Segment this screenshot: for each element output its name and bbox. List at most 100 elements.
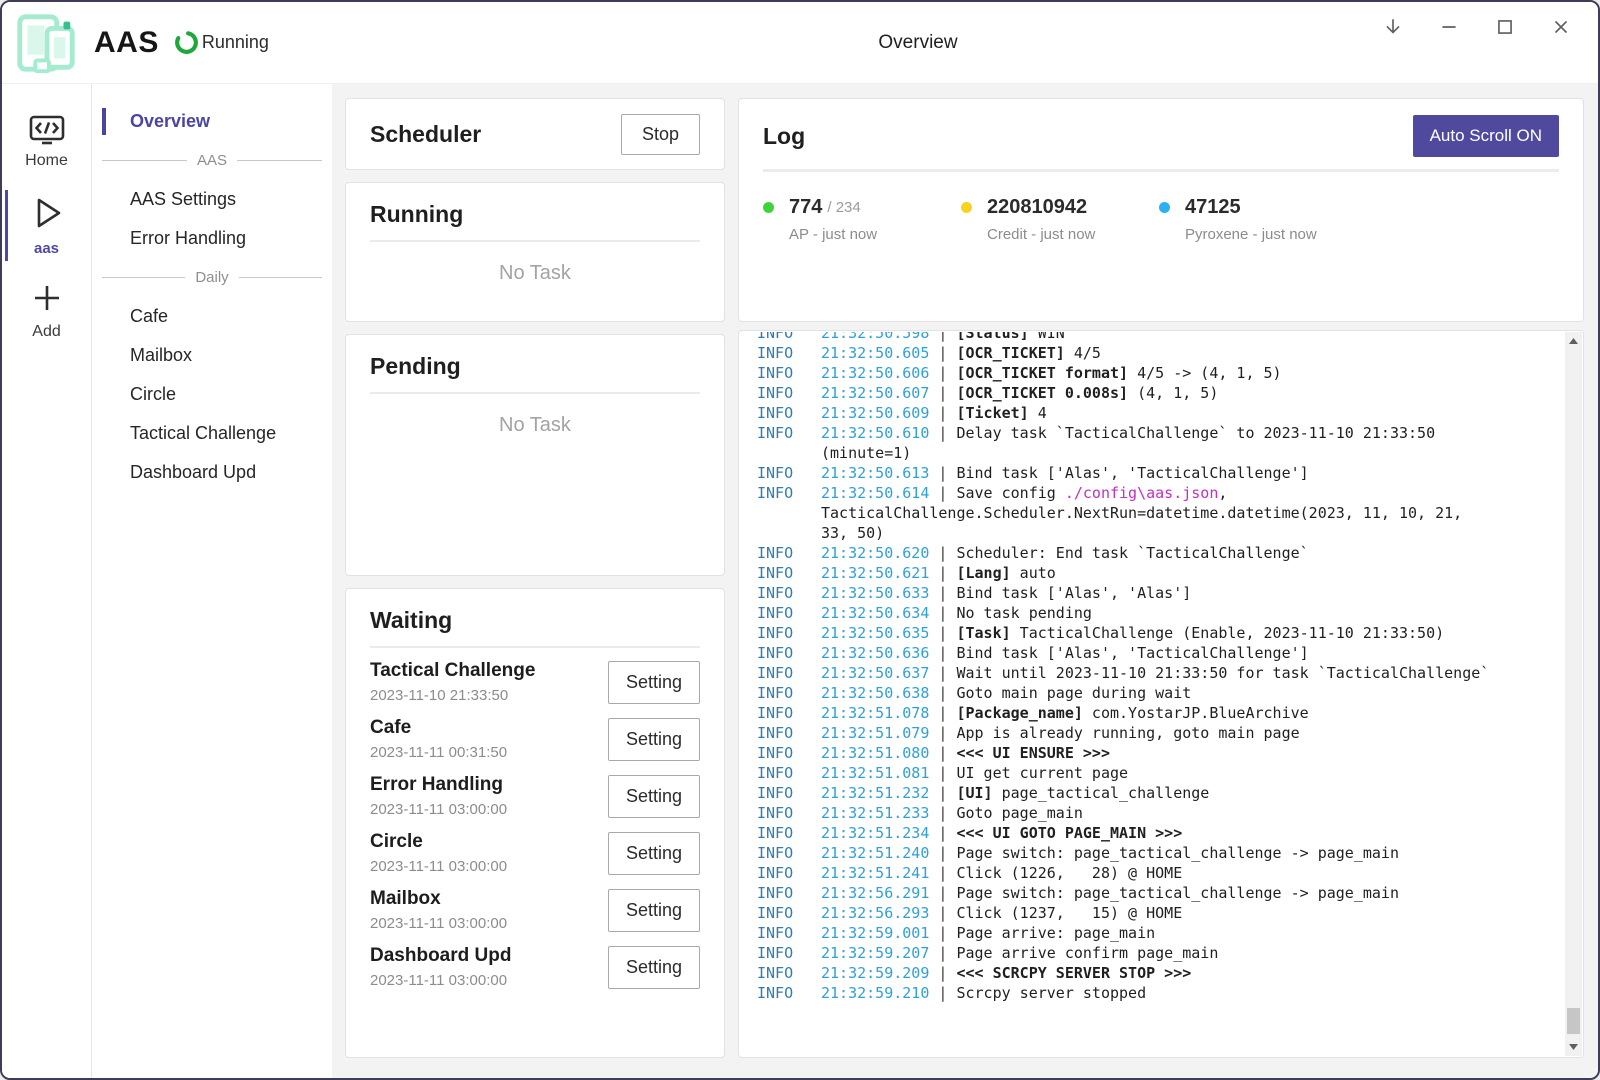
log-scrollbar[interactable] — [1565, 332, 1582, 1056]
log-message: <<< SCRCPY SERVER STOP >>> — [956, 964, 1191, 982]
scheduler-status: Running — [173, 29, 269, 56]
log-entry: INFO 21:32:50.634 | No task pending — [749, 603, 1563, 623]
log-message: Click (1226, 28) @ HOME — [956, 864, 1182, 882]
setting-button[interactable]: Setting — [608, 775, 700, 818]
log-timestamp: 21:32:51.081 — [821, 764, 929, 782]
log-timestamp: 21:32:51.233 — [821, 804, 929, 822]
log-level: INFO — [749, 843, 821, 863]
log-timestamp: 21:32:50.620 — [821, 544, 929, 562]
stop-button[interactable]: Stop — [621, 114, 700, 155]
waiting-task-next-run: 2023-11-11 03:00:00 — [370, 801, 507, 818]
log-message: App is already running, goto main page — [956, 724, 1299, 742]
nav-item-cafe[interactable]: Cafe — [92, 297, 332, 336]
log-entry: INFO 21:32:50.620 | Scheduler: End task … — [749, 543, 1563, 563]
waiting-task-row: Error Handling 2023-11-11 03:00:00 Setti… — [370, 774, 700, 818]
log-level: INFO — [749, 903, 821, 923]
log-timestamp: 21:32:51.240 — [821, 844, 929, 862]
scroll-up-icon[interactable] — [1565, 332, 1582, 350]
waiting-task-row: Circle 2023-11-11 03:00:00 Setting — [370, 831, 700, 875]
log-message: <<< UI ENSURE >>> — [956, 744, 1110, 762]
setting-button[interactable]: Setting — [608, 832, 700, 875]
log-level: INFO — [749, 763, 821, 783]
rail-item-add[interactable]: Add — [2, 269, 91, 353]
log-level: INFO — [749, 403, 821, 423]
log-entry: INFO 21:32:50.606 | [OCR_TICKET format] … — [749, 363, 1563, 383]
nav-item-tactical-challenge[interactable]: Tactical Challenge — [92, 414, 332, 453]
waiting-task-row: Tactical Challenge 2023-11-10 21:33:50 S… — [370, 660, 700, 704]
divider-line — [239, 277, 322, 278]
log-timestamp: 21:32:50.610 — [821, 424, 929, 442]
maximize-icon[interactable] — [1486, 8, 1524, 46]
divider — [370, 240, 700, 242]
log-level: INFO — [749, 343, 821, 363]
running-spinner-icon — [173, 29, 200, 56]
waiting-task-next-run: 2023-11-11 03:00:00 — [370, 858, 507, 875]
log-timestamp: 21:32:50.637 — [821, 664, 929, 682]
rail-item-home[interactable]: Home — [2, 104, 91, 182]
running-title: Running — [370, 201, 700, 228]
waiting-task-name: Circle — [370, 831, 507, 853]
log-message: Page switch: page_tactical_challenge -> … — [956, 884, 1399, 902]
log-message: Click (1237, 15) @ HOME — [956, 904, 1182, 922]
nav-item-error-handling[interactable]: Error Handling — [92, 219, 332, 258]
waiting-task-name: Mailbox — [370, 888, 507, 910]
log-entry: INFO 21:32:51.232 | [UI] page_tactical_c… — [749, 783, 1563, 803]
close-icon[interactable] — [1542, 8, 1580, 46]
rail-item-aas[interactable]: aas — [2, 182, 91, 269]
log-timestamp: 21:32:50.606 — [821, 364, 929, 382]
nav-item-circle[interactable]: Circle — [92, 375, 332, 414]
nav-section-label: Daily — [195, 269, 228, 286]
setting-button[interactable]: Setting — [608, 889, 700, 932]
log-message: UI get current page — [956, 764, 1128, 782]
log-message: [Ticket] 4 — [956, 404, 1046, 422]
nav-section-divider: AAS — [92, 141, 332, 180]
scrollbar-thumb[interactable] — [1567, 1008, 1580, 1034]
log-timestamp: 21:32:59.210 — [821, 984, 929, 1002]
rail-item-label: Home — [25, 152, 68, 170]
log-timestamp: 21:32:50.621 — [821, 564, 929, 582]
nav-menu: Overview AAS AAS SettingsError Handling … — [92, 84, 332, 1078]
log-entry: INFO 21:32:51.240 | Page switch: page_ta… — [749, 843, 1563, 863]
nav-item-aas-settings[interactable]: AAS Settings — [92, 180, 332, 219]
stat-suffix: / 234 — [827, 199, 860, 216]
log-output[interactable]: INFO 21:32:50.598 | [Status] WIN INFO 21… — [749, 332, 1563, 1056]
log-message: [UI] page_tactical_challenge — [956, 784, 1209, 802]
log-message: Bind task ['Alas', 'TacticalChallenge'] — [956, 464, 1308, 482]
window-controls — [1374, 8, 1580, 46]
download-icon[interactable] — [1374, 8, 1412, 46]
waiting-task-row: Cafe 2023-11-11 00:31:50 Setting — [370, 717, 700, 761]
icon-rail: Home aas Add — [2, 84, 92, 1078]
log-level: INFO — [749, 603, 821, 623]
setting-button[interactable]: Setting — [608, 661, 700, 704]
log-message: [Lang] auto — [956, 564, 1055, 582]
log-message: Goto page_main — [956, 804, 1082, 822]
stat-label: Pyroxene - just now — [1185, 226, 1357, 243]
log-level: INFO — [749, 703, 821, 723]
log-entry: INFO 21:32:50.614 | Save config ./config… — [749, 483, 1563, 543]
log-timestamp: 21:32:50.598 — [821, 332, 929, 342]
waiting-task-row: Dashboard Upd 2023-11-11 03:00:00 Settin… — [370, 945, 700, 989]
waiting-list: Tactical Challenge 2023-11-10 21:33:50 S… — [370, 648, 700, 989]
log-message: Page arrive: page_main — [956, 924, 1155, 942]
setting-button[interactable]: Setting — [608, 946, 700, 989]
log-level: INFO — [749, 863, 821, 883]
nav-item-overview[interactable]: Overview — [92, 102, 332, 141]
waiting-task-next-run: 2023-11-11 00:31:50 — [370, 744, 507, 761]
log-entry: INFO 21:32:50.609 | [Ticket] 4 — [749, 403, 1563, 423]
scroll-down-icon[interactable] — [1565, 1038, 1582, 1056]
minimize-icon[interactable] — [1430, 8, 1468, 46]
log-entry: INFO 21:32:50.636 | Bind task ['Alas', '… — [749, 643, 1563, 663]
auto-scroll-button[interactable]: Auto Scroll ON — [1413, 115, 1559, 157]
waiting-task-name: Error Handling — [370, 774, 507, 796]
nav-item-dashboard-upd[interactable]: Dashboard Upd — [92, 453, 332, 492]
resource-stats: 774 / 234 AP - just now 220810942 Credit… — [763, 196, 1559, 243]
log-entry: INFO 21:32:59.001 | Page arrive: page_ma… — [749, 923, 1563, 943]
waiting-task-name: Tactical Challenge — [370, 660, 535, 682]
setting-button[interactable]: Setting — [608, 718, 700, 761]
titlebar: AAS Running Overview — [2, 2, 1598, 84]
log-level: INFO — [749, 803, 821, 823]
resource-stat: 774 / 234 AP - just now — [763, 196, 961, 243]
nav-item-mailbox[interactable]: Mailbox — [92, 336, 332, 375]
log-level: INFO — [749, 723, 821, 743]
resource-stat: 220810942 Credit - just now — [961, 196, 1159, 243]
